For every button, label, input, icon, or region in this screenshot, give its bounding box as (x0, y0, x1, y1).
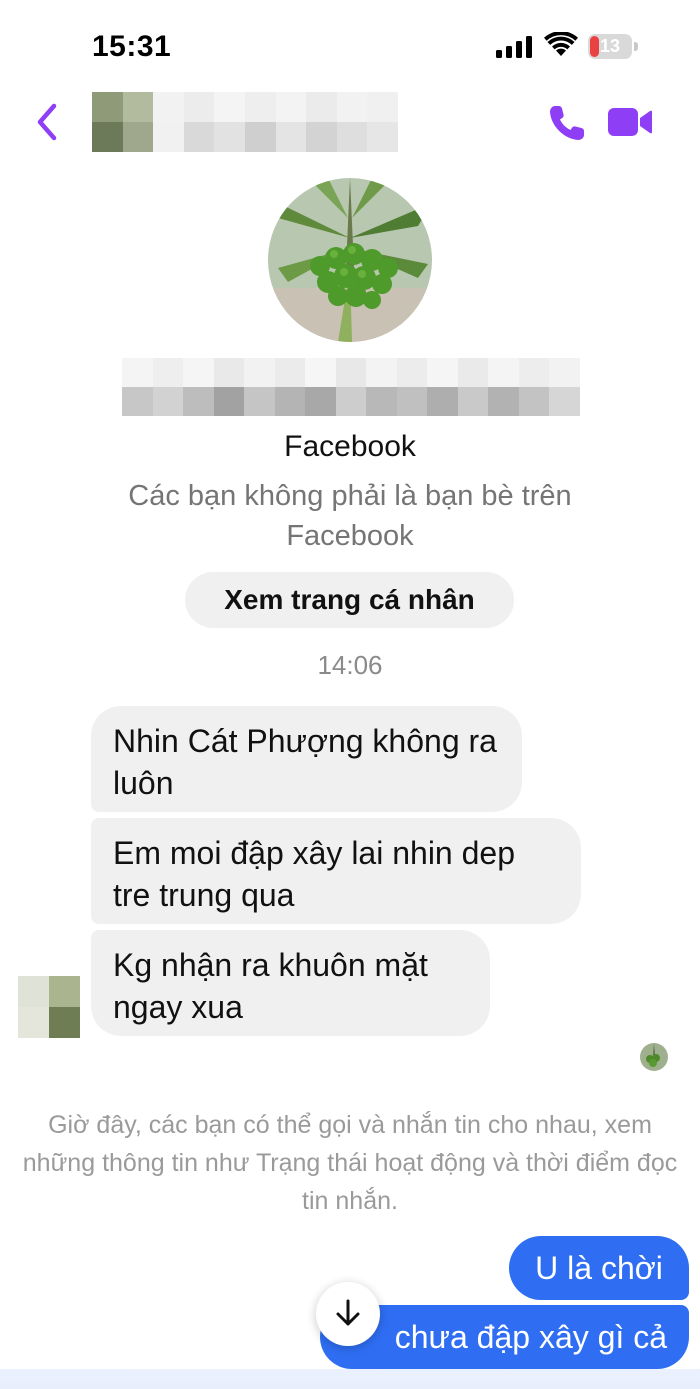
profile-name-redacted (122, 358, 580, 416)
wifi-icon (544, 32, 578, 56)
composer-edge (0, 1369, 700, 1389)
status-bar: 15:31 13 (0, 0, 700, 90)
view-profile-button[interactable]: Xem trang cá nhân (185, 572, 514, 628)
profile-avatar[interactable] (268, 178, 432, 342)
battery-indicator: 13 (588, 34, 638, 59)
outgoing-message[interactable]: U là chời (509, 1236, 689, 1300)
coconut-palm-photo (268, 178, 432, 342)
cellular-signal-icon (496, 36, 532, 58)
incoming-message[interactable]: Nhin Cát Phượng không ra luôn (91, 706, 522, 812)
read-receipt-avatar (640, 1043, 668, 1071)
status-time: 15:31 (92, 30, 172, 63)
arrow-down-icon (336, 1299, 360, 1326)
contact-name-redacted[interactable] (92, 92, 398, 152)
scroll-to-bottom-button[interactable] (316, 1282, 380, 1346)
profile-network-label: Facebook (284, 430, 416, 463)
message-timestamp: 14:06 (317, 650, 383, 680)
chat-header (0, 90, 700, 160)
phone-icon[interactable] (546, 102, 588, 144)
friendship-status-note: Các bạn không phải là bạn bè trên Facebo… (128, 480, 572, 552)
chevron-left-icon[interactable] (32, 100, 62, 144)
battery-level: 13 (599, 36, 621, 56)
incoming-message[interactable]: Em moi đập xây lai nhin dep tre trung qu… (91, 818, 581, 924)
incoming-message[interactable]: Kg nhận ra khuôn mặt ngay xua (91, 930, 490, 1036)
sender-avatar[interactable] (18, 976, 80, 1038)
video-camera-icon[interactable] (606, 104, 654, 140)
system-notice: Giờ đây, các bạn có thể gọi và nhắn tin … (22, 1111, 678, 1215)
